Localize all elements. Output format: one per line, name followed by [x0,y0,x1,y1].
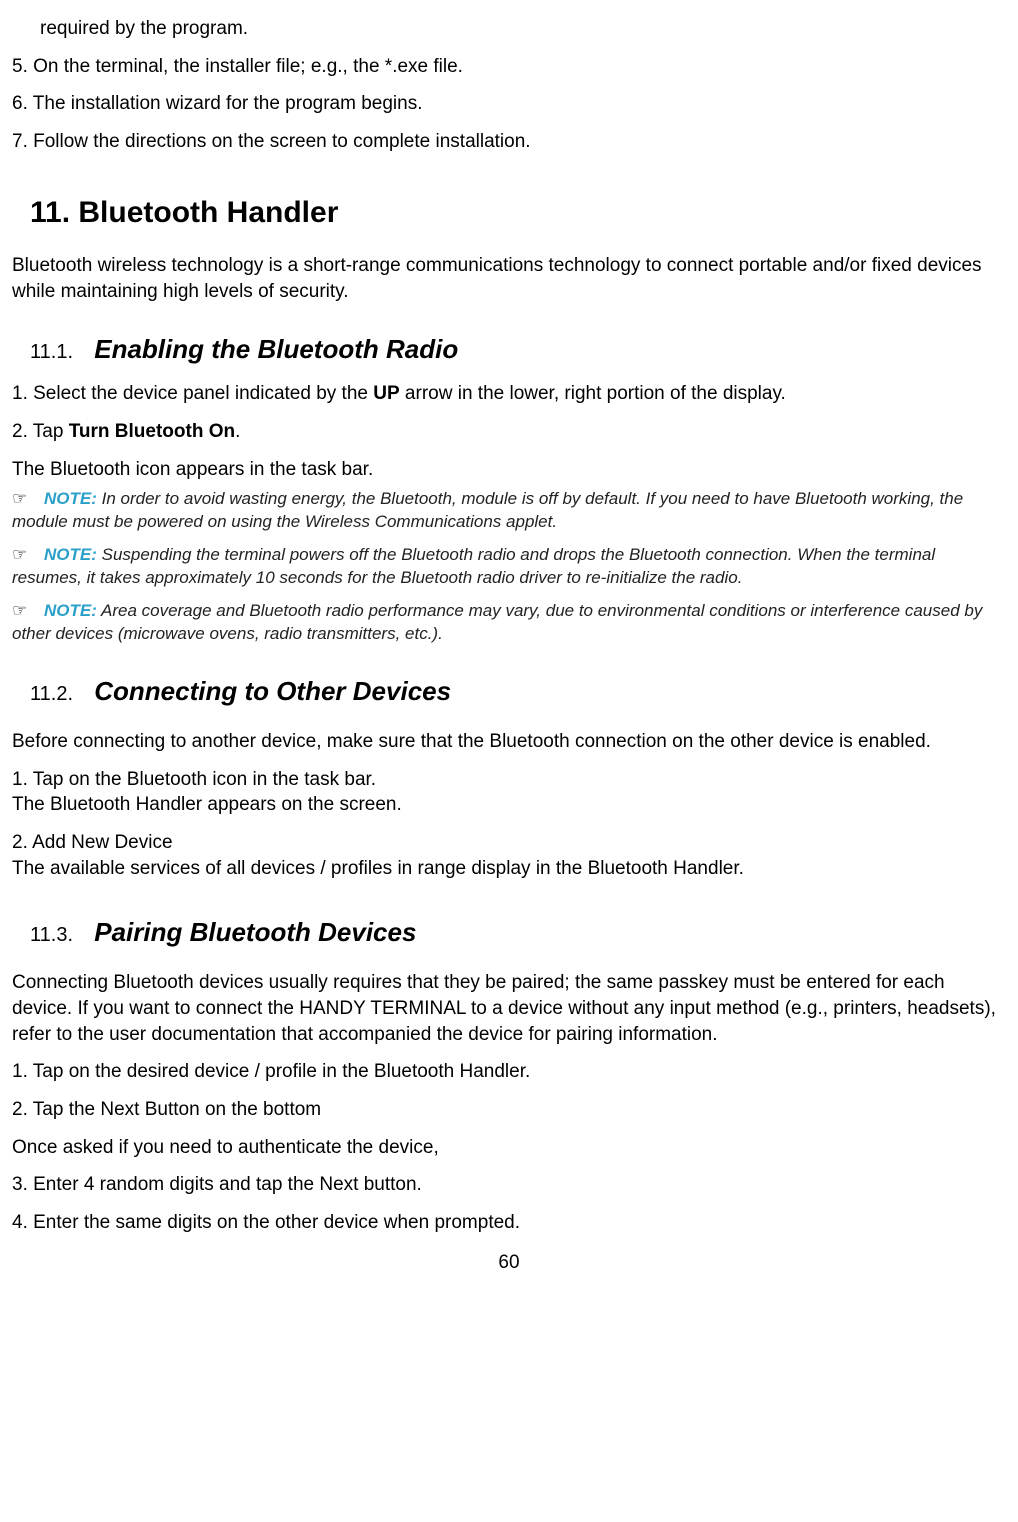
s11-1-step-1-text-a: 1. Select the device panel indicated by … [12,383,373,404]
s11-1-step-1-text-b: arrow in the lower, right portion of the… [400,383,786,404]
section-11-2-heading: 11.2. Connecting to Other Devices [30,674,1006,709]
note-2-text: Suspending the terminal powers off the B… [12,545,935,587]
s11-3-intro: Connecting Bluetooth devices usually req… [12,970,1006,1047]
note-3: ☞NOTE: Area coverage and Bluetooth radio… [12,600,1006,646]
note-2: ☞NOTE: Suspending the terminal powers of… [12,544,1006,590]
note-3-text: Area coverage and Bluetooth radio perfor… [12,601,982,643]
s11-1-step-1-bold: UP [373,383,399,404]
s11-1-step-2-text-a: 2. Tap [12,421,69,442]
section-11-2-title: Connecting to Other Devices [94,676,451,706]
install-step-6: 6. The installation wizard for the progr… [12,91,1006,117]
section-11-3-number: 11.3. [30,924,73,946]
s11-3-step-4: 4. Enter the same digits on the other de… [12,1210,1006,1236]
s11-2-step-1b: The Bluetooth Handler appears on the scr… [12,792,1006,818]
section-11-1-number: 11.1. [30,341,73,363]
note-1-text: In order to avoid wasting energy, the Bl… [12,489,963,531]
note-label: NOTE: [44,545,97,564]
s11-1-step-2-bold: Turn Bluetooth On [69,421,235,442]
pointing-hand-icon: ☞ [12,544,40,567]
section-11-3-title: Pairing Bluetooth Devices [94,917,416,947]
intro-fragment: required by the program. [12,16,1006,42]
section-11-2-number: 11.2. [30,683,73,705]
s11-3-after-2: Once asked if you need to authenticate t… [12,1135,1006,1161]
s11-3-step-2: 2. Tap the Next Button on the bottom [12,1097,1006,1123]
s11-2-step-2a: 2. Add New Device [12,830,1006,856]
section-11-1-title: Enabling the Bluetooth Radio [94,334,458,364]
s11-3-step-3: 3. Enter 4 random digits and tap the Nex… [12,1172,1006,1198]
s11-1-after: The Bluetooth icon appears in the task b… [12,457,1006,483]
s11-2-intro: Before connecting to another device, mak… [12,729,1006,755]
section-11-intro: Bluetooth wireless technology is a short… [12,253,1006,304]
note-1: ☞NOTE: In order to avoid wasting energy,… [12,488,1006,534]
s11-1-step-2-text-b: . [235,421,240,442]
install-step-5: 5. On the terminal, the installer file; … [12,54,1006,80]
section-11-3-heading: 11.3. Pairing Bluetooth Devices [30,915,1006,950]
s11-1-step-2: 2. Tap Turn Bluetooth On. [12,419,1006,445]
section-11-1-heading: 11.1. Enabling the Bluetooth Radio [30,332,1006,367]
page-number: 60 [12,1250,1006,1276]
s11-2-step-1a: 1. Tap on the Bluetooth icon in the task… [12,767,1006,793]
note-label: NOTE: [44,489,97,508]
note-label: NOTE: [44,601,97,620]
pointing-hand-icon: ☞ [12,600,40,623]
pointing-hand-icon: ☞ [12,488,40,511]
s11-2-step-2b: The available services of all devices / … [12,856,1006,882]
install-step-7: 7. Follow the directions on the screen t… [12,129,1006,155]
s11-1-step-1: 1. Select the device panel indicated by … [12,381,1006,407]
s11-3-step-1: 1. Tap on the desired device / profile i… [12,1059,1006,1085]
section-11-heading: 11. Bluetooth Handler [30,193,1006,234]
